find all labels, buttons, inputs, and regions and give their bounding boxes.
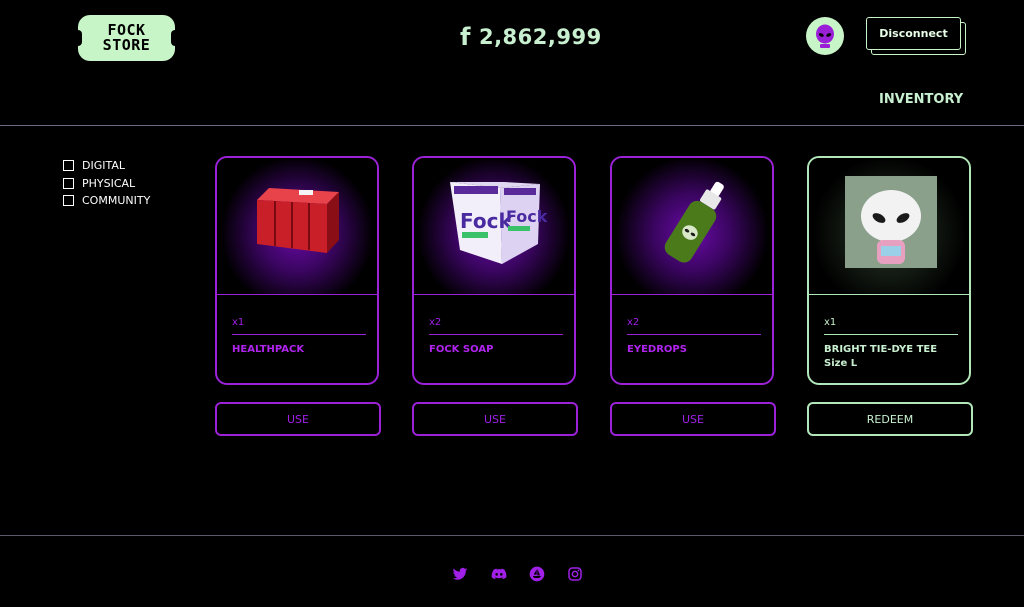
filter-label: DIGITAL xyxy=(82,159,126,173)
alien-icon xyxy=(816,24,834,48)
header-divider xyxy=(0,125,1024,126)
item-name: BRIGHT TIE-DYE TEE xyxy=(824,344,938,355)
opensea-icon[interactable] xyxy=(529,566,545,582)
alien-figurine-icon xyxy=(845,176,937,268)
quantity-divider xyxy=(824,334,958,335)
item-image: Fock Fock xyxy=(414,158,574,294)
balance-amount: 2,862,999 xyxy=(478,25,602,49)
checkbox[interactable] xyxy=(63,195,74,207)
filter-physical[interactable]: PHYSICAL xyxy=(63,175,150,193)
footer-divider xyxy=(0,535,1024,536)
inventory-card-healthpack[interactable]: x1 HEALTHPACK xyxy=(215,156,379,385)
inventory-card-fock-soap[interactable]: Fock Fock x2 FOCK SOAP xyxy=(412,156,576,385)
checkbox[interactable] xyxy=(63,177,74,189)
redeem-tee-button[interactable]: REDEEM xyxy=(807,402,973,436)
item-name: HEALTHPACK xyxy=(232,344,305,355)
item-image xyxy=(809,158,969,294)
svg-text:Fock: Fock xyxy=(460,209,512,233)
filter-digital[interactable]: DIGITAL xyxy=(63,157,150,175)
fock-currency-icon: f xyxy=(460,23,471,51)
card-divider xyxy=(414,294,574,295)
inventory-card-bright-tie-dye-tee[interactable]: x1 BRIGHT TIE-DYE TEE Size L xyxy=(807,156,971,385)
card-divider xyxy=(612,294,772,295)
token-balance: f 2,862,999 xyxy=(460,23,602,51)
category-filters: DIGITAL PHYSICAL COMMUNITY xyxy=(63,157,150,210)
item-image xyxy=(217,158,377,294)
use-eyedrops-button[interactable]: USE xyxy=(610,402,776,436)
twitter-icon[interactable] xyxy=(452,566,468,582)
fock-soap-box-icon: Fock Fock xyxy=(450,182,548,264)
discord-icon[interactable] xyxy=(491,566,507,582)
svg-text:Fock: Fock xyxy=(506,207,548,226)
use-fock-soap-button[interactable]: USE xyxy=(412,402,578,436)
item-quantity: x2 xyxy=(627,317,640,328)
card-divider xyxy=(217,294,377,295)
item-image xyxy=(612,158,772,294)
checkbox[interactable] xyxy=(63,160,74,172)
page-title: INVENTORY xyxy=(879,92,964,107)
filter-label: PHYSICAL xyxy=(82,176,136,190)
avatar[interactable] xyxy=(806,17,844,55)
item-quantity: x1 xyxy=(824,317,837,328)
filter-community[interactable]: COMMUNITY xyxy=(63,192,150,210)
item-quantity: x1 xyxy=(232,317,245,328)
quantity-divider xyxy=(627,334,761,335)
eyedrops-bottle-icon xyxy=(664,181,724,263)
item-size: Size L xyxy=(824,358,858,369)
disconnect-button[interactable]: Disconnect xyxy=(866,17,961,50)
instagram-icon[interactable] xyxy=(567,566,583,582)
card-divider xyxy=(809,294,969,295)
item-name: EYEDROPS xyxy=(627,344,687,355)
item-quantity: x2 xyxy=(429,317,442,328)
fock-store-logo[interactable]: FOCK STORE xyxy=(74,15,179,61)
item-name: FOCK SOAP xyxy=(429,344,494,355)
healthpack-crate-icon xyxy=(257,188,339,253)
filter-label: COMMUNITY xyxy=(82,194,151,208)
quantity-divider xyxy=(232,334,366,335)
logo-line2: STORE xyxy=(102,36,151,54)
inventory-card-eyedrops[interactable]: x2 EYEDROPS xyxy=(610,156,774,385)
use-healthpack-button[interactable]: USE xyxy=(215,402,381,436)
quantity-divider xyxy=(429,334,563,335)
